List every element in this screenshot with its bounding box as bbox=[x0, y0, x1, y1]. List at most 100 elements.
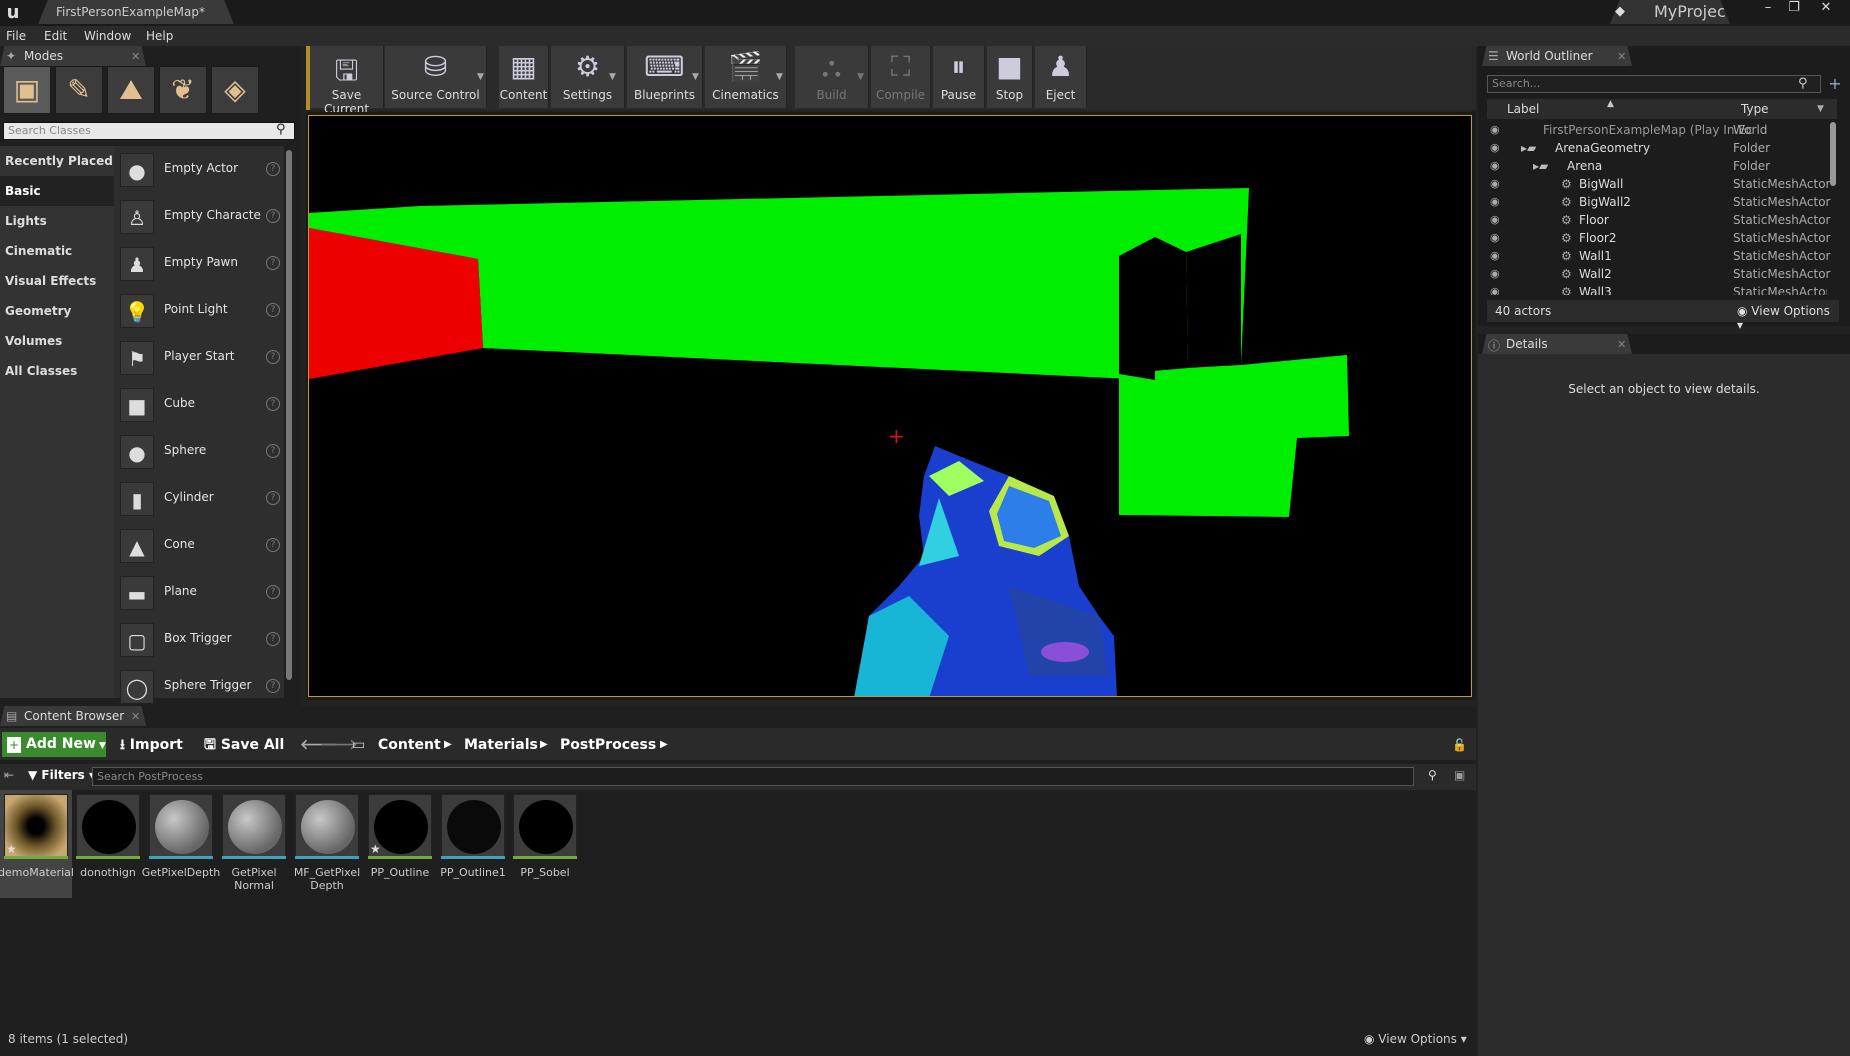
help-icon[interactable]: ? bbox=[266, 350, 280, 364]
help-icon[interactable]: ? bbox=[266, 491, 280, 505]
eye-icon[interactable]: ◉ bbox=[1490, 139, 1500, 157]
content-view-options-button[interactable]: ◉ View Options ▾ bbox=[1364, 1032, 1467, 1046]
save-all-button[interactable]: 🖫 Save All bbox=[204, 733, 284, 757]
menu-edit[interactable]: Edit bbox=[44, 26, 67, 46]
chevron-down-icon[interactable]: ▼ bbox=[857, 72, 867, 82]
outliner-row-floor2[interactable]: ◉ ⚙ Floor2 StaticMeshActor bbox=[1487, 229, 1830, 247]
class-item-point-light[interactable]: 💡 Point Light ? bbox=[120, 290, 284, 330]
stop-button[interactable]: ■ Stop bbox=[987, 46, 1033, 108]
class-item-plane[interactable]: ▬ Plane ? bbox=[120, 572, 284, 612]
breadcrumb-content[interactable]: Content bbox=[378, 733, 441, 757]
outliner-row-floor[interactable]: ◉ ⚙ Floor StaticMeshActor bbox=[1487, 211, 1830, 229]
class-item-cylinder[interactable]: ▮ Cylinder ? bbox=[120, 478, 284, 518]
tab-modes[interactable]: Modes bbox=[0, 46, 146, 66]
lock-icon[interactable]: 🔓 bbox=[1452, 738, 1467, 752]
chevron-down-icon[interactable]: ▼ bbox=[609, 72, 619, 82]
sources-panel-icon[interactable]: ⇤ bbox=[4, 768, 14, 782]
eye-icon[interactable]: ◉ bbox=[1490, 211, 1500, 229]
asset-pp-sobel[interactable]: PP_Sobel bbox=[509, 794, 581, 898]
outliner-scrollbar[interactable] bbox=[1830, 122, 1836, 186]
close-window-button[interactable]: ✕ bbox=[1814, 1, 1838, 15]
help-icon[interactable]: ? bbox=[266, 585, 280, 599]
foliage-mode-button[interactable]: ❦ bbox=[159, 66, 207, 114]
outliner-row-arenageometry[interactable]: ◉ ▸▰ ArenaGeometry Folder bbox=[1487, 139, 1827, 157]
help-icon[interactable]: ? bbox=[266, 444, 280, 458]
breadcrumb-separator-icon[interactable]: ▶ bbox=[660, 733, 668, 757]
unreal-logo-icon[interactable]: u bbox=[2, 2, 24, 24]
help-icon[interactable]: ? bbox=[266, 209, 280, 223]
outliner-view-options-button[interactable]: ◉ View Options ▾ bbox=[1737, 304, 1839, 332]
content-search-input[interactable]: Search PostProcess bbox=[92, 767, 1414, 786]
asset-donothign[interactable]: donothign bbox=[72, 794, 144, 898]
menu-file[interactable]: File bbox=[6, 26, 26, 46]
help-icon[interactable]: ? bbox=[266, 162, 280, 176]
class-item-sphere[interactable]: ● Sphere ? bbox=[120, 431, 284, 471]
search-icon[interactable]: ⚲ bbox=[1428, 768, 1437, 782]
help-icon[interactable]: ? bbox=[266, 256, 280, 270]
eye-icon[interactable]: ◉ bbox=[1490, 229, 1500, 247]
eye-icon[interactable]: ◉ bbox=[1490, 175, 1500, 193]
eye-icon[interactable]: ◉ bbox=[1490, 265, 1500, 283]
eye-icon[interactable]: ◉ bbox=[1490, 247, 1500, 265]
help-icon[interactable]: ? bbox=[266, 303, 280, 317]
breadcrumb-materials[interactable]: Materials bbox=[464, 733, 538, 757]
category-cinematic[interactable]: Cinematic bbox=[0, 236, 114, 266]
outliner-row-wall2[interactable]: ◉ ⚙ Wall2 StaticMeshActor bbox=[1487, 265, 1830, 283]
category-geometry[interactable]: Geometry bbox=[0, 296, 114, 326]
outliner-row-wall1[interactable]: ◉ ⚙ Wall1 StaticMeshActor bbox=[1487, 247, 1830, 265]
eject-button[interactable]: ♟ Eject bbox=[1035, 46, 1087, 108]
asset-getpixeldepth[interactable]: GetPixelDepth bbox=[142, 794, 220, 898]
asset-demomaterial[interactable]: ★ demoMaterial bbox=[0, 794, 74, 898]
class-item-empty-pawn[interactable]: ♟ Empty Pawn ? bbox=[120, 243, 284, 283]
category-volumes[interactable]: Volumes bbox=[0, 326, 114, 356]
column-label-header[interactable]: Label bbox=[1507, 102, 1539, 116]
help-icon[interactable]: ? bbox=[266, 632, 280, 646]
column-type-header[interactable]: Type bbox=[1741, 102, 1769, 116]
category-all-classes[interactable]: All Classes bbox=[0, 356, 114, 386]
class-item-empty-actor[interactable]: ● Empty Actor ? bbox=[120, 149, 284, 189]
class-item-cone[interactable]: ▲ Cone ? bbox=[120, 525, 284, 565]
close-tab-icon[interactable]: ✕ bbox=[131, 50, 140, 63]
tab-details[interactable]: Details bbox=[1482, 334, 1632, 354]
category-basic[interactable]: Basic bbox=[0, 176, 114, 206]
tab-world-outliner[interactable]: World Outliner bbox=[1482, 46, 1632, 66]
asset-pp-outline1[interactable]: PP_Outline1 bbox=[437, 794, 509, 898]
outliner-row-wall3[interactable]: ◉ ⚙ Wall3 StaticMeshActor bbox=[1487, 283, 1827, 295]
restore-button[interactable]: ❐ bbox=[1782, 1, 1806, 15]
tab-content-browser[interactable]: Content Browser bbox=[0, 706, 146, 726]
add-folder-icon[interactable]: + bbox=[1826, 75, 1844, 93]
document-tab[interactable]: FirstPersonExampleMap* bbox=[38, 0, 234, 24]
search-icon[interactable]: ⚲ bbox=[276, 122, 292, 138]
menu-help[interactable]: Help bbox=[146, 26, 173, 46]
close-tab-icon[interactable]: ✕ bbox=[1617, 338, 1626, 351]
source-control-button[interactable]: ⛁ Source Control bbox=[385, 46, 487, 108]
asset-pp-outline[interactable]: ★ PP_Outline bbox=[364, 794, 436, 898]
place-mode-button[interactable]: ▣ bbox=[3, 66, 51, 114]
help-icon[interactable]: ? bbox=[266, 679, 280, 693]
menu-window[interactable]: Window bbox=[84, 26, 131, 46]
eye-icon[interactable]: ◉ bbox=[1490, 193, 1500, 211]
cinematics-button[interactable]: 🎬 Cinematics bbox=[705, 46, 787, 108]
chevron-down-icon[interactable]: ▼ bbox=[776, 72, 786, 82]
chevron-down-icon[interactable]: ▼ bbox=[1817, 104, 1824, 114]
category-recently-placed[interactable]: Recently Placed bbox=[0, 146, 114, 176]
game-viewport[interactable] bbox=[308, 115, 1472, 697]
chevron-down-icon[interactable]: ▼ bbox=[477, 72, 487, 82]
category-visual-effects[interactable]: Visual Effects bbox=[0, 266, 114, 296]
eye-icon[interactable]: ◉ bbox=[1490, 121, 1500, 139]
class-item-player-start[interactable]: ⚑ Player Start ? bbox=[120, 337, 284, 377]
paint-mode-button[interactable]: ✎ bbox=[55, 66, 103, 114]
help-icon[interactable]: ? bbox=[266, 397, 280, 411]
minimize-button[interactable]: – bbox=[1756, 1, 1780, 15]
eye-icon[interactable]: ◉ bbox=[1490, 157, 1500, 175]
content-button[interactable]: ▦ Content bbox=[499, 46, 549, 108]
class-item-empty-character[interactable]: ♙ Empty Characte ? bbox=[120, 196, 284, 236]
outliner-search-input[interactable]: Search... bbox=[1487, 75, 1821, 93]
compile-button[interactable]: ⛶ Compile bbox=[871, 46, 931, 108]
save-search-icon[interactable]: ▣ bbox=[1454, 768, 1465, 782]
class-item-cube[interactable]: ■ Cube ? bbox=[120, 384, 284, 424]
filters-button[interactable]: ▼ Filters ▾ bbox=[28, 768, 95, 782]
category-lights[interactable]: Lights bbox=[0, 206, 114, 236]
asset-mf-getpixeldepth[interactable]: MF_GetPixel Depth bbox=[291, 794, 363, 898]
outliner-row-arena[interactable]: ◉ ▸▰ Arena Folder bbox=[1487, 157, 1827, 175]
